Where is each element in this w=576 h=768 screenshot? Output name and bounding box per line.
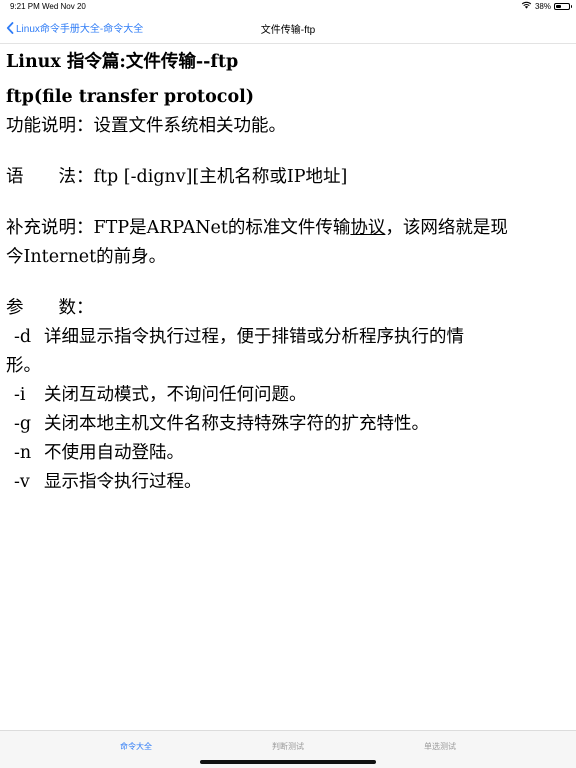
status-bar: 9:21 PM Wed Nov 20 38% (0, 0, 576, 14)
home-indicator (200, 760, 376, 764)
supplement-line-2: 今Internet的前身。 (6, 247, 167, 267)
params-title: 参 数： (6, 298, 94, 318)
param-description: 形。 (6, 356, 41, 376)
param-description: 详细显示指令执行过程，便于排错或分析程序执行的情 (44, 327, 464, 347)
protocol-link[interactable]: 协议 (350, 218, 385, 238)
param-flag: -d (14, 327, 32, 347)
supplement-text-after: ，该网络就是现 (385, 218, 508, 238)
syntax-line: 语 法：ftp [-dignv][主机名称或IP地址] (6, 167, 348, 187)
function-description: 功能说明：设置文件系统相关功能。 (6, 116, 286, 136)
command-detail: Linux 指令篇:文件传输--ftp ftp(file transfer pr… (6, 48, 570, 497)
param-row: -g 关闭本地主机文件名称支持特殊字符的扩充特性。 (6, 410, 570, 439)
status-time: 9:21 PM (10, 2, 40, 11)
params-list: -d 详细显示指令执行过程，便于排错或分析程序执行的情 形。 -i 关闭互动模式，不询问… (6, 323, 570, 497)
param-row: -d 详细显示指令执行过程，便于排错或分析程序执行的情 (6, 323, 570, 352)
param-row: -v 显示指令执行过程。 (6, 468, 570, 497)
battery-level (556, 4, 561, 8)
content-heading: Linux 指令篇:文件传输--ftp (6, 52, 239, 72)
param-flag: -i (14, 385, 26, 405)
param-flag: -v (14, 472, 30, 492)
navigation-bar: Linux命令手册大全-命令大全 文件传输-ftp (0, 14, 576, 44)
param-description: 关闭互动模式，不询问任何问题。 (44, 385, 307, 405)
content-subheading: ftp(file transfer protocol) (6, 87, 255, 107)
status-right: 38% (521, 1, 572, 11)
param-description: 显示指令执行过程。 (44, 472, 202, 492)
tab-single-choice-test[interactable]: 单选测试 (344, 741, 536, 752)
supplement-text-before: 补充说明：FTP是ARPANet的标准文件传输 (6, 218, 351, 238)
wifi-icon (521, 1, 532, 11)
battery-percent: 38% (534, 1, 551, 11)
battery-icon (554, 2, 572, 10)
supplement-line-1: 补充说明：FTP是ARPANet的标准文件传输协议，该网络就是现 (6, 214, 570, 243)
page-title: 文件传输-ftp (260, 25, 316, 36)
param-row: -n 不使用自动登陆。 (6, 439, 570, 468)
param-description: 不使用自动登陆。 (44, 443, 184, 463)
status-date: Wed Nov 20 (42, 2, 86, 11)
param-flag: -n (14, 443, 32, 463)
param-flag: -g (14, 414, 32, 434)
param-description: 关闭本地主机文件名称支持特殊字符的扩充特性。 (44, 414, 429, 434)
tab-bar: 命令大全 判断测试 单选测试 (0, 730, 576, 768)
param-row: 形。 (6, 352, 570, 381)
param-row: -i 关闭互动模式，不询问任何问题。 (6, 381, 570, 410)
